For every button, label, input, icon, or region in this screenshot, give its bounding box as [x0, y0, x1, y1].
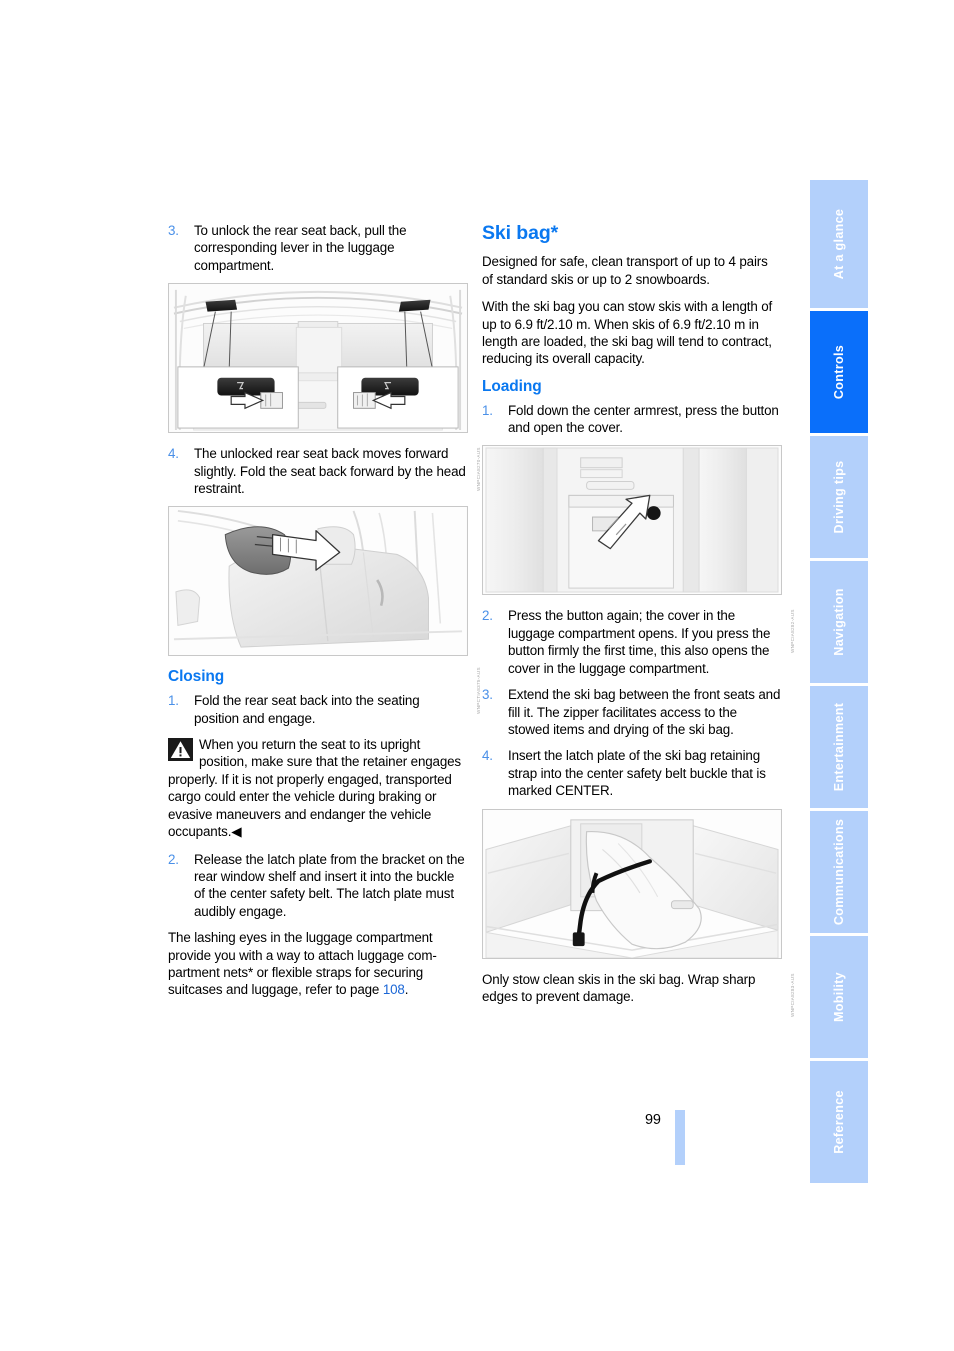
step-number: 1.	[168, 693, 179, 709]
sidebar-tab-reference[interactable]: Reference	[810, 1061, 868, 1183]
list-item-loading-step-4: 4. Insert the latch plate of the ski bag…	[482, 747, 782, 799]
manual-page: 3. To unlock the rear seat back, pull th…	[0, 0, 954, 1351]
ski-bag-outro: Only stow clean skis in the ski bag. Wra…	[482, 971, 756, 1004]
page-number-bar	[675, 1110, 685, 1165]
step-number: 1.	[482, 402, 493, 418]
sidebar-tab-label: Navigation	[832, 588, 846, 656]
figure-fold-seat-back: WNPCTIA8375-AUS	[168, 506, 481, 714]
page-title-ski-bag: Ski bag*	[482, 222, 559, 244]
figure-frame	[168, 506, 468, 657]
sidebar-tab-label: Mobility	[832, 972, 846, 1022]
step-text: Release the latch plate from the bracket…	[194, 851, 465, 919]
list-item-step-4: 4. The unlocked rear seat back moves for…	[168, 445, 468, 497]
sidebar-tab-navigation[interactable]: Navigation	[810, 561, 868, 683]
list-item-loading-step-1: 1. Fold down the center armrest, press t…	[482, 402, 782, 437]
section-tabs-sidebar: At a glance Controls Driving tips Naviga…	[810, 180, 868, 1186]
step-text: The unlocked rear seat back moves forwar…	[194, 446, 466, 497]
figure-luggage-levers: WNPCIA8270-AUS	[168, 283, 481, 491]
lashing-period: .	[404, 982, 409, 998]
step-number: 2.	[482, 608, 493, 624]
warning-text: When you return the seat to its upright …	[168, 737, 461, 840]
figure-reference-code: WNPCTIA8375-AUS	[476, 667, 481, 715]
figure-frame	[482, 445, 782, 596]
step-number: 2.	[168, 851, 179, 867]
list-item-closing-step-1: 1. Fold the rear seat back into the seat…	[168, 692, 468, 727]
sidebar-tab-label: Entertainment	[832, 702, 846, 792]
sidebar-tab-label: At a glance	[832, 208, 846, 280]
sidebar-tab-label: Communications	[832, 818, 846, 926]
ski-bag-intro-1: Designed for safe, clean transport of up…	[482, 254, 768, 287]
figure-ski-bag-strap: WNPCIA8283-AUS	[482, 808, 795, 1017]
sidebar-tab-communications[interactable]: Communications	[810, 811, 868, 933]
warning-end-marker: ◀	[231, 824, 242, 840]
list-item-closing-step-2: 2. Release the latch plate from the brac…	[168, 851, 468, 921]
sidebar-tab-mobility[interactable]: Mobility	[810, 936, 868, 1058]
figure-reference-code: WNPCIA8282-AUS	[790, 609, 795, 654]
list-item-loading-step-3: 3. Extend the ski bag between the front …	[482, 686, 782, 738]
step-number: 3.	[168, 223, 179, 238]
right-column: Ski bag* Designed for safe, clean transp…	[482, 222, 795, 1017]
figure-reference-code: WNPCIA8283-AUS	[790, 972, 795, 1017]
illustration-ski-bag-strap	[483, 809, 781, 958]
step-text: Fold the rear seat back into the seating…	[194, 693, 420, 726]
sidebar-tab-label: Driving tips	[832, 460, 846, 534]
step-text: To unlock the rear seat back, pull the c…	[194, 223, 407, 273]
step-text: Insert the latch plate of the ski bag re…	[508, 748, 766, 799]
page-reference-link[interactable]: 108	[383, 982, 405, 997]
page-number: 99	[645, 1112, 661, 1128]
step-number: 4.	[482, 748, 493, 764]
sidebar-tab-driving-tips[interactable]: Driving tips	[810, 436, 868, 558]
lashing-part-2: partment nets	[168, 964, 248, 980]
section-heading-loading: Loading	[482, 377, 542, 395]
sidebar-tab-label: Controls	[832, 344, 846, 400]
figure-reference-code: WNPCIA8270-AUS	[476, 447, 481, 492]
sidebar-tab-controls[interactable]: Controls	[810, 311, 868, 433]
ski-bag-intro-2: With the ski bag you can stow skis with …	[482, 299, 773, 367]
lashing-part-1: The lashing eyes in the luggage compartm…	[168, 930, 437, 963]
warning-note: When you return the seat to its upright …	[168, 736, 468, 840]
lashing-eyes-paragraph: The lashing eyes in the luggage compartm…	[168, 929, 468, 999]
figure-armrest-button: WNPCIA8282-AUS	[482, 445, 795, 653]
step-text: Fold down the center armrest, press the …	[508, 402, 779, 436]
figure-frame	[168, 283, 468, 434]
list-item-loading-step-2: 2. Press the button again; the cover in …	[482, 607, 782, 677]
sidebar-tab-entertainment[interactable]: Entertainment	[810, 686, 868, 808]
step-number: 3.	[482, 687, 493, 703]
illustration-luggage-compartment	[169, 284, 467, 433]
list-item-step-3: 3. To unlock the rear seat back, pull th…	[168, 222, 468, 274]
illustration-seat-fold	[169, 507, 467, 656]
warning-triangle-icon	[168, 738, 193, 762]
illustration-armrest-cover	[483, 446, 781, 595]
figure-frame	[482, 808, 782, 959]
step-text: Press the button again; the cover in the…	[508, 608, 771, 676]
sidebar-tab-label: Reference	[832, 1090, 846, 1154]
sidebar-tab-at-a-glance[interactable]: At a glance	[810, 180, 868, 308]
step-number: 4.	[168, 446, 179, 462]
step-text: Extend the ski bag between the front sea…	[508, 687, 781, 737]
left-column: 3. To unlock the rear seat back, pull th…	[168, 222, 481, 999]
section-heading-closing: Closing	[168, 668, 225, 686]
